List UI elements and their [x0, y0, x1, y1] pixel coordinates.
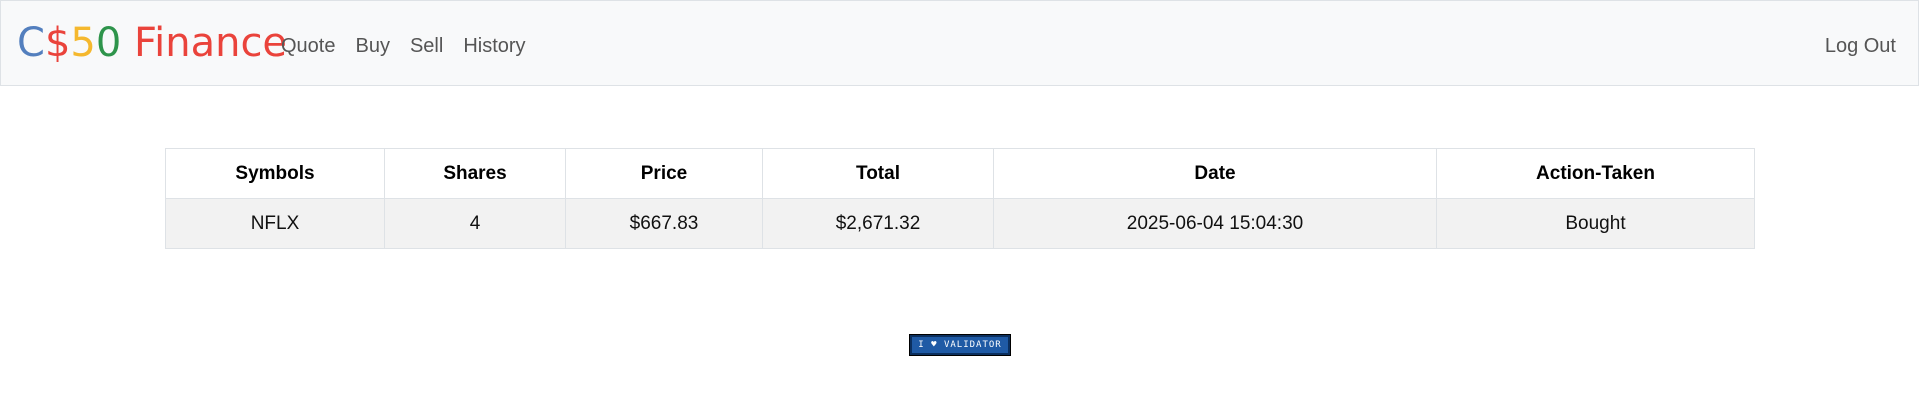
column-header-date: Date [993, 148, 1437, 199]
table-header-row: Symbols Shares Price Total Date Action-T… [165, 148, 1755, 199]
column-header-action-taken: Action-Taken [1436, 148, 1755, 199]
validator-badge[interactable]: I ♥ VALIDATOR [909, 334, 1011, 356]
column-header-shares: Shares [384, 148, 566, 199]
column-header-price: Price [565, 148, 763, 199]
nav-link-buy[interactable]: Buy [355, 32, 389, 60]
nav-links: Quote Buy Sell History [281, 32, 546, 60]
logout-link[interactable]: Log Out [1825, 32, 1896, 60]
brand-word-finance: Finance [121, 20, 288, 66]
column-header-symbols: Symbols [165, 148, 385, 199]
cell-date: 2025-06-04 15:04:30 [993, 198, 1437, 249]
cell-symbol: NFLX [165, 198, 385, 249]
history-table-container: Symbols Shares Price Total Date Action-T… [165, 148, 1755, 249]
column-header-total: Total [762, 148, 994, 199]
brand-letter-dollar: $ [44, 20, 71, 66]
table-row: NFLX 4 $667.83 $2,671.32 2025-06-04 15:0… [165, 198, 1755, 249]
history-table: Symbols Shares Price Total Date Action-T… [165, 148, 1755, 249]
brand-letter-c: C [17, 20, 45, 66]
cell-action-taken: Bought [1436, 198, 1755, 249]
brand-letter-5: 5 [70, 20, 96, 66]
brand-logo[interactable]: C$50 Finance [17, 19, 287, 67]
cell-total: $2,671.32 [762, 198, 994, 249]
navbar: C$50 Finance Quote Buy Sell History Log … [0, 0, 1919, 86]
brand-letter-0: 0 [95, 20, 122, 66]
cell-shares: 4 [384, 198, 566, 249]
nav-link-sell[interactable]: Sell [410, 32, 443, 60]
cell-price: $667.83 [565, 198, 763, 249]
nav-link-history[interactable]: History [463, 32, 525, 60]
nav-link-quote[interactable]: Quote [281, 32, 335, 60]
